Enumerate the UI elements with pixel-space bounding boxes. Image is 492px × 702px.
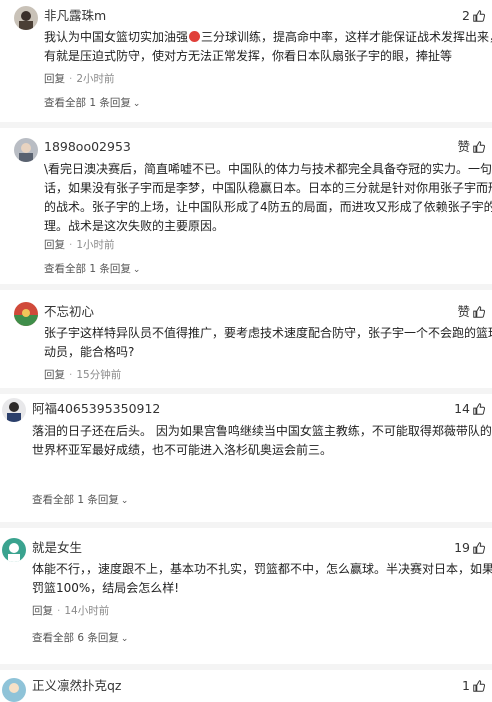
like-button[interactable]: 1 [462, 678, 486, 694]
comment-text-line: \看完日澳决赛后，简直唏嘘不已。中国队的体力与技术都完全具备夺冠的实力。一句 [44, 162, 492, 176]
avatar[interactable] [2, 538, 26, 562]
view-replies-label: 查看全部 1 条回复 [32, 494, 119, 506]
comment-text: 我认为中国女篮切实加油强 三分球训练，提高命中率，这样才能保证战术发挥出来，再 有… [44, 28, 492, 66]
separator-dot: · [69, 239, 73, 251]
thumbs-up-icon [473, 306, 486, 318]
comment-meta: 回复 · 14小时前 [32, 604, 109, 618]
comment-text: 体能不行，，速度跟不上，基本功不扎实，罚篮都不中，怎么赢球。半决赛对日本，如果 … [32, 560, 492, 598]
thumbs-up-icon [473, 542, 486, 554]
comment-item: 正义凛然扑克qz 1 [0, 670, 492, 702]
comment-text-line: 有就是压迫式防守，使对方无法正常发挥，你看日本队扇张子宇的眼，捧扯等 [44, 49, 453, 63]
comment-text-line: 话，如果没有张子宇而是李梦，中国队稳赢日本。日本的三分就是针对你用张子宇而形成 [44, 181, 492, 195]
like-button[interactable]: 2 [462, 8, 486, 24]
username[interactable]: 阿福4065395350912 [32, 401, 160, 417]
username[interactable]: 正义凛然扑克qz [32, 678, 122, 694]
view-replies-label: 查看全部 1 条回复 [44, 97, 131, 109]
comment-text-line: 张子宇这样特异队员不值得推广，要考虑技术速度配合防守，张子宇一个不会跑的篮球运 [44, 326, 492, 340]
comment-text-line: 体能不行，，速度跟不上，基本功不扎实，罚篮都不中，怎么赢球。半决赛对日本，如果 [32, 562, 492, 576]
username[interactable]: 就是女生 [32, 540, 82, 556]
avatar[interactable] [2, 398, 26, 422]
comment-text-line: 的战术。张子宇的上场，让中国队形成了4防五的局面，而进攻又形成了依赖张子宇的心 [44, 200, 492, 214]
like-button[interactable]: 19 [454, 540, 486, 556]
comment-item: 不忘初心 赞 张子宇这样特异队员不值得推广，要考虑技术速度配合防守，张子宇一个不… [0, 290, 492, 386]
like-count: 1 [462, 678, 470, 693]
comment-text: 张子宇这样特异队员不值得推广，要考虑技术速度配合防守，张子宇一个不会跑的篮球运 … [44, 324, 492, 362]
thumbs-up-icon [473, 680, 486, 692]
view-replies-link[interactable]: 查看全部 1 条回复 ⌄ [44, 262, 140, 277]
thumbs-up-icon [473, 141, 486, 153]
avatar[interactable] [14, 138, 38, 162]
chevron-down-icon: ⌄ [120, 496, 129, 506]
like-count: 赞 [457, 304, 470, 319]
view-replies-label: 查看全部 1 条回复 [44, 263, 131, 275]
avatar[interactable] [14, 6, 38, 30]
like-button[interactable]: 赞 [457, 304, 486, 320]
view-replies-link[interactable]: 查看全部 1 条回复 ⌄ [44, 96, 140, 111]
thumbs-up-icon [473, 10, 486, 22]
username[interactable]: 不忘初心 [44, 304, 94, 320]
comment-meta: 回复 · 1小时前 [44, 238, 115, 252]
comment-text-line: 我认为中国女篮切实加油强 [44, 30, 189, 44]
username[interactable]: 1898oo02953 [44, 139, 131, 155]
separator-dot: · [69, 369, 73, 381]
chevron-down-icon: ⌄ [132, 99, 141, 109]
avatar[interactable] [14, 302, 38, 326]
like-button[interactable]: 14 [454, 401, 486, 417]
reply-button[interactable]: 回复 [44, 369, 65, 381]
like-count: 14 [454, 401, 470, 416]
timestamp: 2小时前 [76, 73, 115, 85]
chevron-down-icon: ⌄ [132, 265, 141, 275]
comment-item: 就是女生 19 体能不行，，速度跟不上，基本功不扎实，罚篮都不中，怎么赢球。半决… [0, 528, 492, 660]
comment-text: 落泪的日子还在后头。 因为如果宫鲁鸣继续当中国女篮主教练，不可能取得郑薇带队的 … [32, 422, 492, 460]
avatar[interactable] [2, 678, 26, 702]
timestamp: 1小时前 [76, 239, 115, 251]
comment-item: 非凡露珠m 2 我认为中国女篮切实加油强 三分球训练，提高命中率，这样才能保证战术… [0, 0, 492, 120]
timestamp: 15分钟前 [76, 369, 122, 381]
comment-item: 1898oo02953 赞 \看完日澳决赛后，简直唏嘘不已。中国队的体力与技术都… [0, 128, 492, 278]
view-replies-label: 查看全部 6 条回复 [32, 632, 119, 644]
emoji-icon [189, 31, 201, 42]
comment-meta: 回复 · 2小时前 [44, 72, 115, 86]
comment-text-line: 理。战术是这次失败的主要原因。 [44, 219, 225, 233]
comment-text-line: 动员，能合格吗? [44, 345, 135, 359]
reply-button[interactable]: 回复 [32, 605, 53, 617]
like-button[interactable]: 赞 [457, 139, 486, 155]
comment-text-line: 落泪的日子还在后头。 因为如果宫鲁鸣继续当中国女篮主教练，不可能取得郑薇带队的 [32, 424, 492, 438]
timestamp: 14小时前 [64, 605, 110, 617]
like-count: 19 [454, 540, 470, 555]
like-count: 2 [462, 8, 470, 23]
reply-button[interactable]: 回复 [44, 239, 65, 251]
comment-text-line: 罚篮100%，结局会怎么样! [32, 581, 180, 595]
like-count: 赞 [457, 139, 470, 154]
view-replies-link[interactable]: 查看全部 1 条回复 ⌄ [32, 493, 128, 508]
comment-meta: 回复 · 15分钟前 [44, 368, 121, 382]
comment-item: 阿福4065395350912 14 落泪的日子还在后头。 因为如果宫鲁鸣继续当… [0, 394, 492, 514]
reply-button[interactable]: 回复 [44, 73, 65, 85]
comment-text-line: 三分球训练，提高命中率，这样才能保证战术发挥出来，再 [201, 30, 492, 44]
comment-text-line: 世界杯亚军最好成绩，也不可能进入洛杉矶奥运会前三。 [32, 443, 333, 457]
view-replies-link[interactable]: 查看全部 6 条回复 ⌄ [32, 631, 128, 646]
chevron-down-icon: ⌄ [120, 634, 129, 644]
thumbs-up-icon [473, 403, 486, 415]
separator-dot: · [57, 605, 61, 617]
username[interactable]: 非凡露珠m [44, 8, 106, 24]
separator-dot: · [69, 73, 73, 85]
comment-text: \看完日澳决赛后，简直唏嘘不已。中国队的体力与技术都完全具备夺冠的实力。一句 话… [44, 160, 492, 236]
